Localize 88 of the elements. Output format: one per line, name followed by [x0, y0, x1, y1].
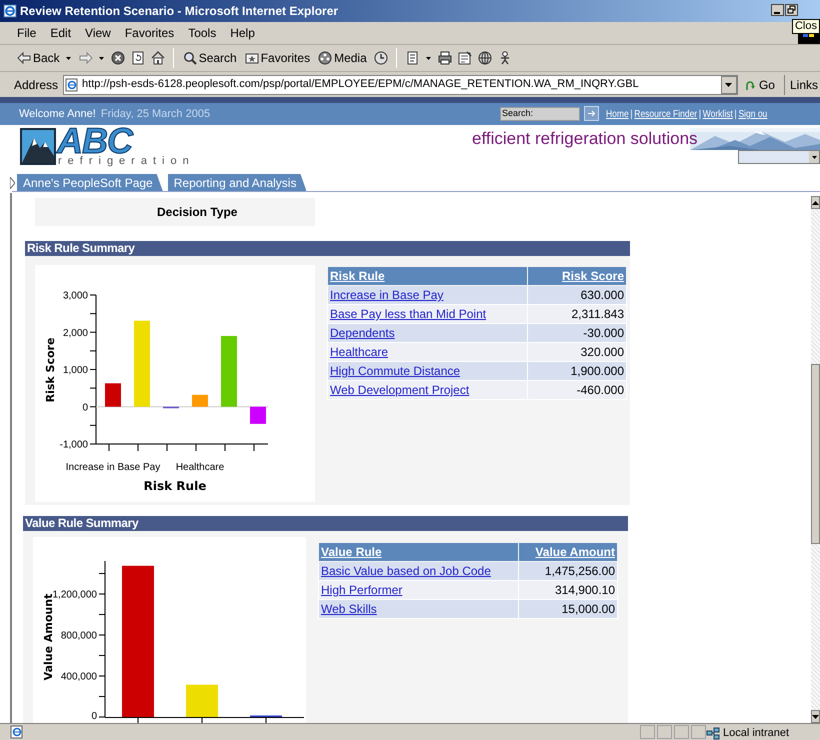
bar [186, 684, 218, 717]
bar [105, 383, 121, 407]
search-icon [182, 51, 197, 65]
bar [221, 336, 237, 407]
star-folder-icon [244, 51, 259, 65]
status-pane [691, 725, 706, 739]
bar [192, 394, 208, 407]
date-text: Friday, 25 March 2005 [100, 106, 210, 122]
status-pane [640, 725, 655, 739]
nav-link[interactable]: Sign ou [738, 107, 768, 122]
tick-label: 0 [91, 711, 97, 722]
welcome-text: Welcome Anne! [19, 106, 96, 122]
search-field[interactable]: Search: [500, 107, 580, 121]
category-label: Increase in Base Pay [66, 462, 160, 473]
tagline: efficient refrigeration solutions [472, 128, 698, 150]
field-label: Decision Type [157, 204, 238, 221]
stop-icon[interactable] [110, 51, 125, 65]
menu-item[interactable]: Tools [188, 24, 216, 42]
zone-label: Local intranet [723, 726, 790, 740]
dropdown-arrow-icon[interactable] [725, 82, 732, 86]
page-e-icon [10, 725, 24, 739]
back-button[interactable]: Back [16, 47, 72, 69]
media-button[interactable]: Media [317, 47, 368, 69]
menu-item[interactable]: File [17, 24, 36, 42]
status-pane [674, 725, 689, 739]
search-button[interactable]: Search [182, 47, 238, 69]
portal-tab[interactable]: Anne's PeopleSoft Page [17, 174, 163, 191]
globe-icon[interactable] [478, 51, 492, 65]
table-cell: -460.000 [528, 380, 626, 400]
tick-label: 0 [82, 402, 88, 414]
address-label: Address [14, 76, 58, 94]
tick-label: 400,000 [60, 672, 97, 682]
favorites-button[interactable]: Favorites [244, 47, 312, 69]
page-e-icon [65, 78, 80, 92]
network-icon [706, 726, 720, 740]
nav-link[interactable]: Resource Finder [634, 107, 698, 122]
scroll-up-icon[interactable] [812, 200, 819, 204]
link-separator: | [734, 108, 737, 122]
scroll-down-icon[interactable] [812, 714, 819, 718]
link-separator: | [630, 108, 633, 122]
nav-link[interactable]: Home [606, 107, 629, 122]
document-icon [406, 51, 420, 65]
reel-icon [318, 51, 332, 65]
x-axis-title: Risk Rule [144, 479, 206, 493]
menu-item[interactable]: Favorites [124, 24, 174, 42]
section-header: Risk Rule Summary [25, 241, 630, 256]
restore-icon[interactable] [785, 4, 798, 16]
tick-label: 800,000 [60, 630, 97, 642]
bar [250, 406, 266, 424]
caret-icon [66, 56, 71, 60]
caret-icon [426, 56, 431, 60]
notepad-icon[interactable] [458, 51, 472, 65]
home-icon[interactable] [150, 51, 165, 65]
tooltip: Clos [792, 19, 820, 34]
forward-arrow-icon [78, 51, 93, 65]
caret-icon [98, 56, 104, 60]
dropdown-field[interactable] [738, 150, 820, 164]
link-separator: | [698, 108, 702, 122]
table-cell: 15,000.00 [518, 600, 618, 618]
section-header: Value Rule Summary [23, 516, 628, 531]
tick-label: 1,200,000 [52, 590, 97, 600]
tick-label: 3,000 [62, 290, 88, 302]
go-button[interactable]: Go [740, 76, 779, 94]
portal-tab[interactable]: Reporting and Analysis [168, 174, 306, 191]
clock-icon[interactable] [374, 51, 388, 65]
back-arrow-icon [17, 51, 31, 65]
menu-item[interactable]: View [85, 24, 111, 42]
tick-label: 1,000 [62, 365, 88, 376]
status-pane [657, 725, 672, 739]
printer-icon[interactable] [438, 51, 452, 65]
tick-label: 2,000 [62, 328, 88, 339]
menu-item[interactable]: Edit [50, 24, 72, 42]
dropdown-arrow-icon[interactable] [812, 156, 816, 158]
nav-link[interactable]: Worklist [702, 107, 733, 122]
go-arrow-icon [744, 78, 757, 90]
menu-item[interactable]: Help [230, 24, 255, 42]
browser-e-icon [3, 4, 17, 18]
address-field[interactable]: http://psh-esds-6128.peoplesoft.com/psp/portal/EMPLOYEE/EPM/c/MANAGE_RETENTION.WA_RM_INQRY.GBL [63, 74, 738, 94]
category-label: Healthcare [176, 462, 224, 473]
mountain-logo-icon [20, 128, 56, 165]
scrollbar[interactable] [811, 196, 820, 723]
minimize-icon[interactable] [771, 4, 784, 16]
y-axis-title: Risk Score [44, 338, 57, 402]
window-title: Review Retention Scenario - Microsoft Internet Explorer [20, 3, 338, 20]
y-axis-title: Value Amount [42, 594, 55, 680]
refresh-icon[interactable] [130, 51, 145, 65]
links-button[interactable]: Links [790, 76, 818, 94]
tick-label: -1,000 [60, 440, 88, 450]
